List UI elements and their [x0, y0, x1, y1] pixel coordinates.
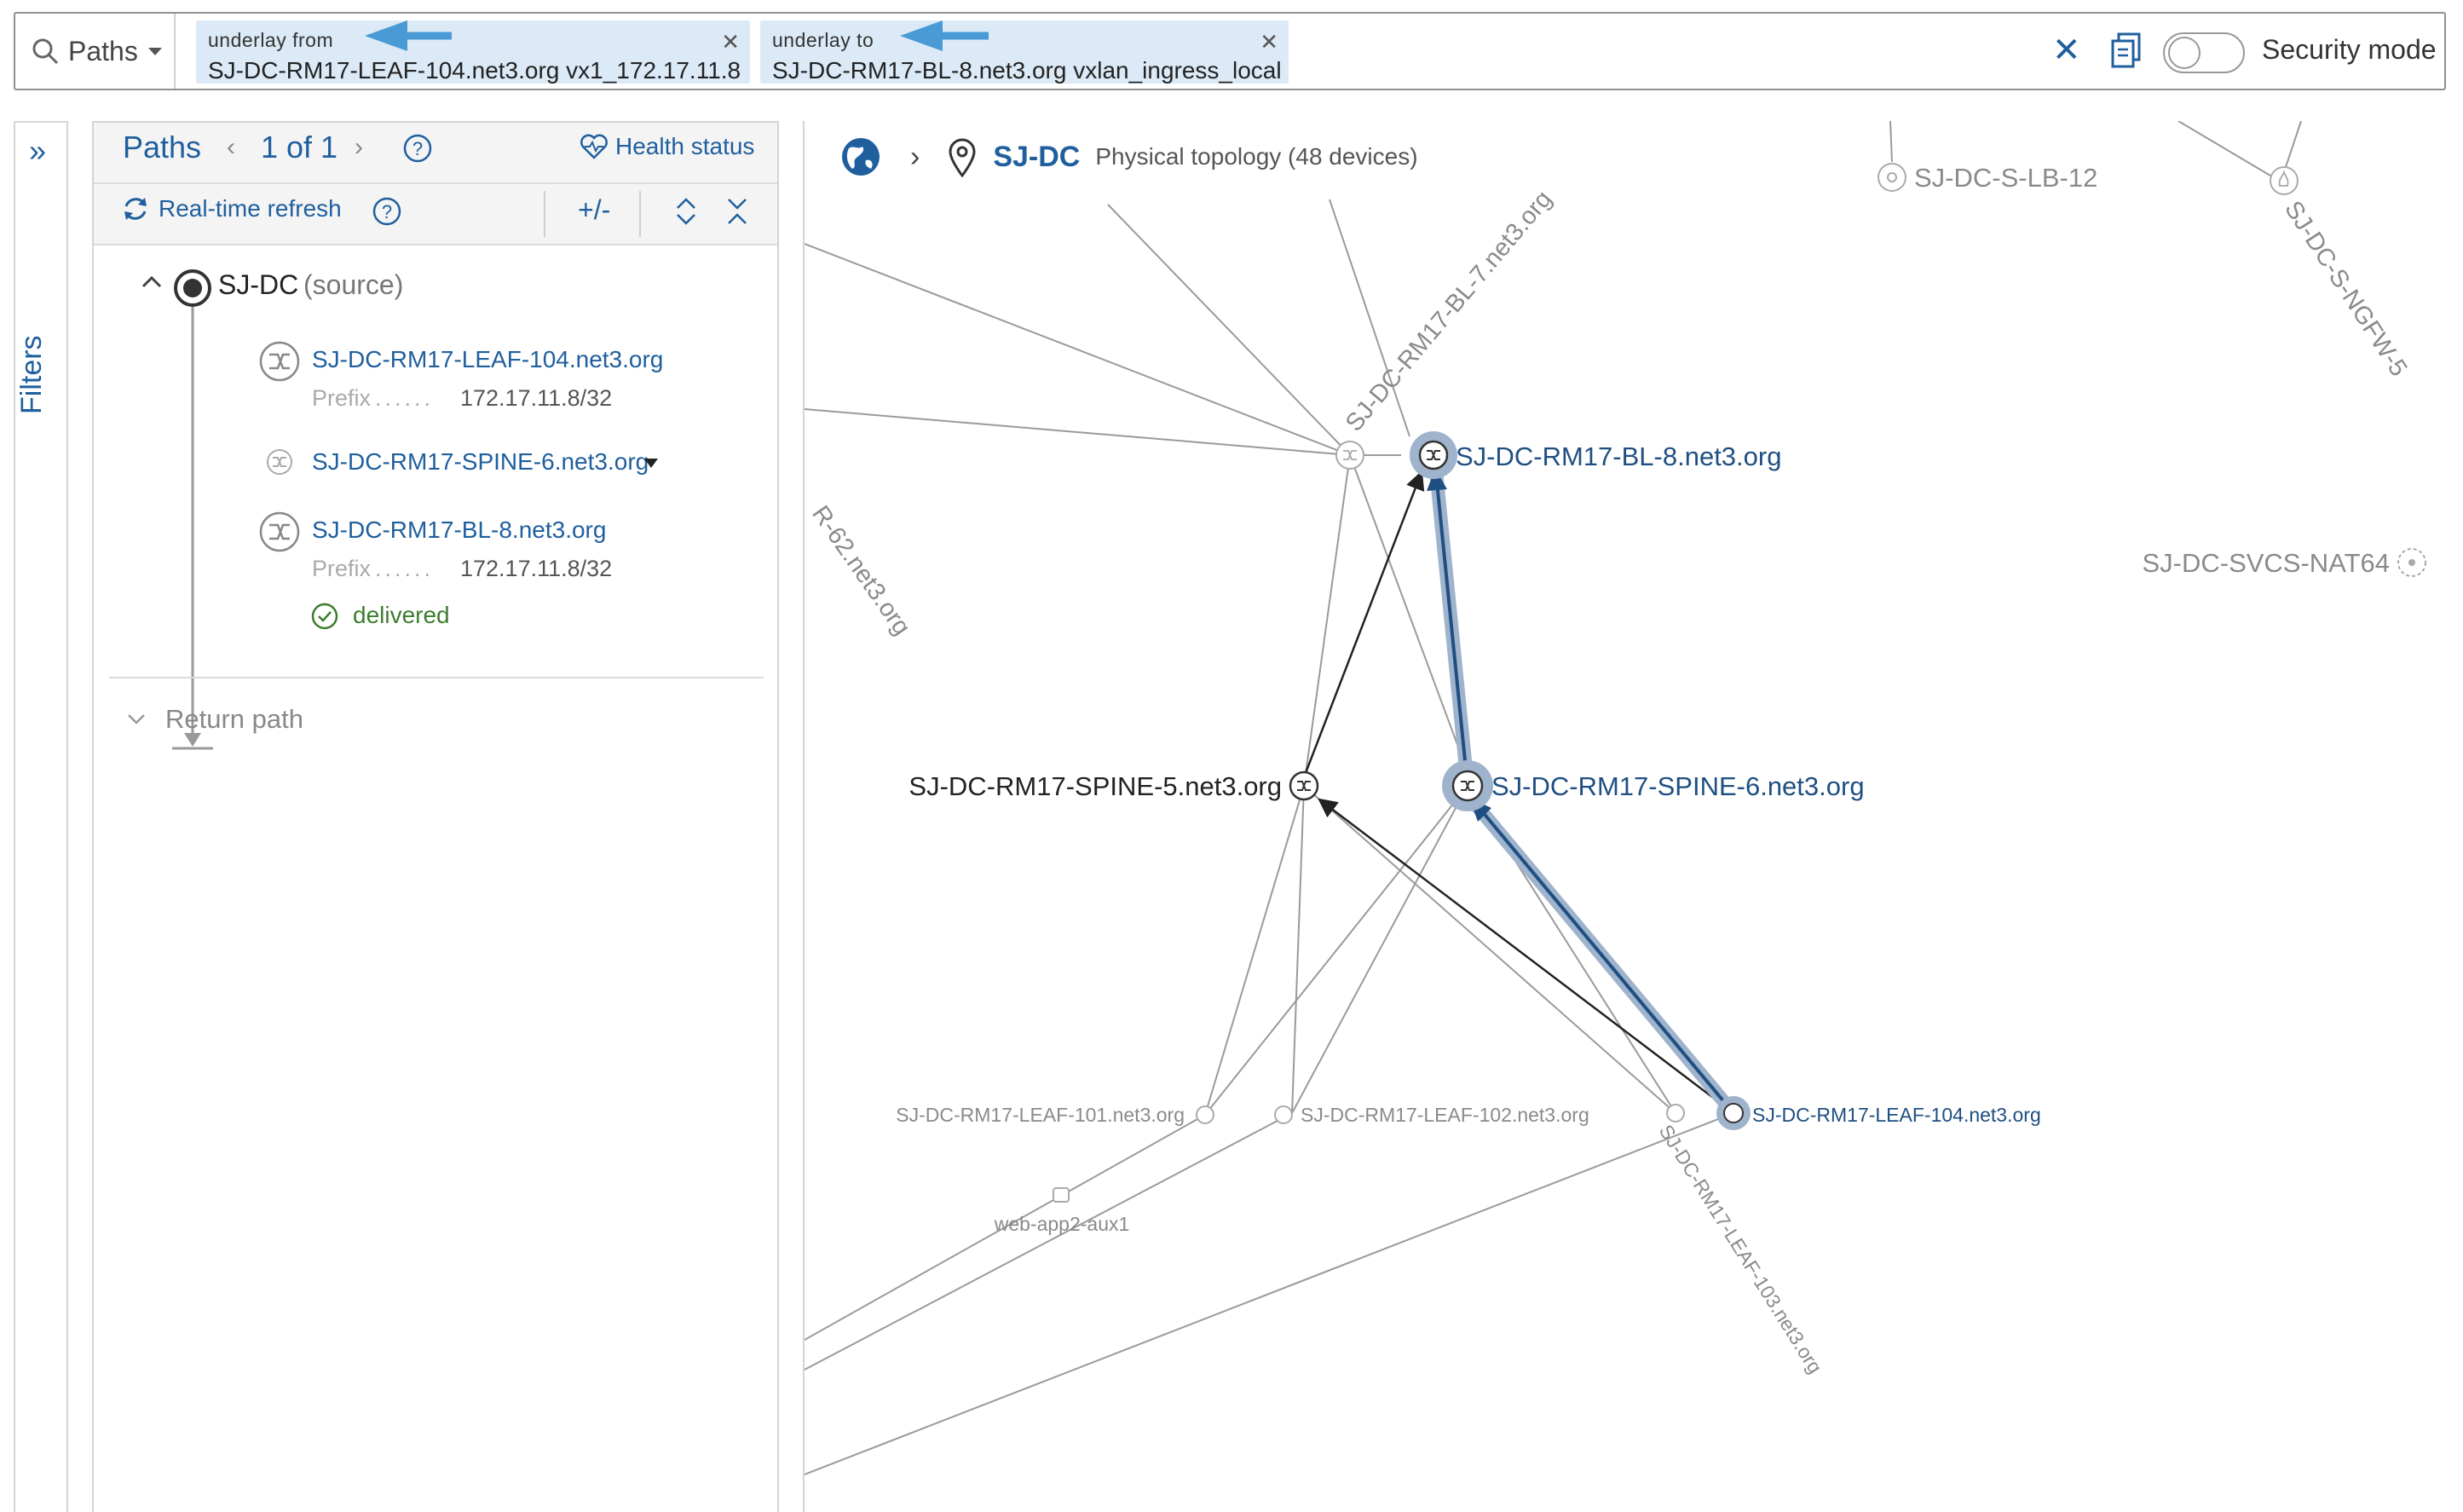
prefix-value: 172.17.11.8/32	[460, 556, 613, 581]
refresh-icon	[124, 198, 147, 220]
filters-rail[interactable]: » Filters	[14, 121, 68, 1512]
node-label-ngfw5[interactable]: SJ-DC-S-NGFW-5	[2279, 196, 2412, 381]
search-bar[interactable]: Paths underlay from SJ-DC-RM17-LEAF-104.…	[14, 12, 2446, 90]
node-label-lb12[interactable]: SJ-DC-S-LB-12	[1914, 163, 2097, 193]
collapse-all-icon[interactable]	[724, 196, 750, 227]
node-label-spine5[interactable]: SJ-DC-RM17-SPINE-5.net3.org	[908, 771, 1282, 801]
copy-icon[interactable]	[2110, 32, 2143, 70]
node-nat64[interactable]	[2397, 548, 2426, 577]
node-ngfw5[interactable]	[2270, 166, 2299, 195]
section-divider	[109, 677, 764, 678]
svg-text:?: ?	[412, 138, 423, 159]
realtime-refresh-button[interactable]: Real-time refresh	[121, 194, 342, 223]
topology-graph[interactable]: SJ-DC-RM17-BL-8.net3.org SJ-DC-RM17-BL-7…	[805, 121, 2463, 1512]
callout-arrows	[365, 20, 989, 51]
toolbar-divider	[544, 191, 545, 237]
source-suffix: (source)	[303, 269, 404, 300]
help-icon[interactable]: ?	[402, 133, 433, 164]
node-leaf102[interactable]	[1274, 1105, 1293, 1124]
prefix-value: 172.17.11.8/32	[460, 385, 613, 411]
delivery-status: delivered	[353, 602, 450, 628]
topology-canvas[interactable]: › SJ-DC Physical topology (48 devices) S…	[803, 121, 2463, 1512]
node-label-bl7[interactable]: SJ-DC-RM17-BL-7.net3.org	[1341, 186, 1558, 437]
node-label-spine6[interactable]: SJ-DC-RM17-SPINE-6.net3.org	[1491, 771, 1865, 801]
security-mode-toggle[interactable]	[2163, 32, 2245, 73]
check-circle-icon	[311, 603, 338, 630]
collapse-source-icon[interactable]	[141, 275, 162, 288]
router-icon	[259, 341, 300, 382]
security-mode-label: Security mode	[2262, 34, 2437, 65]
node-leaf103[interactable]	[1666, 1104, 1685, 1122]
expand-all-icon[interactable]	[673, 196, 699, 227]
hop-device-link[interactable]: SJ-DC-RM17-SPINE-6.net3.org	[312, 448, 649, 476]
paths-title: Paths	[123, 130, 202, 164]
node-leaf101[interactable]	[1196, 1105, 1214, 1124]
prefix-label: Prefix	[312, 556, 372, 581]
callout-arrow-from	[365, 20, 452, 51]
prefix-leader: ......	[375, 556, 435, 581]
hop-device-link[interactable]: SJ-DC-RM17-BL-8.net3.org	[312, 517, 606, 544]
filters-label[interactable]: Filters	[15, 324, 66, 426]
prefix-label: Prefix	[312, 385, 372, 411]
heart-pulse-icon	[580, 134, 608, 159]
path-pager: 1 of 1	[261, 130, 338, 164]
show-diff-button[interactable]: +/-	[578, 194, 610, 226]
header-divider	[94, 182, 777, 184]
health-status-label: Health status	[615, 133, 755, 159]
path-tree-line	[141, 269, 213, 750]
clear-all-icon[interactable]: ✕	[2052, 31, 2081, 70]
paths-panel: Paths ‹ 1 of 1 › ? Health status Real-ti…	[92, 121, 779, 1512]
node-lb12[interactable]	[1878, 163, 1906, 192]
node-label-r62[interactable]: R-62.net3.org	[806, 501, 915, 641]
toggle-knob	[2168, 37, 2201, 69]
node-label-leaf103[interactable]: SJ-DC-RM17-LEAF-103.net3.org	[1655, 1121, 1827, 1377]
return-path-toggle[interactable]: Return path	[165, 704, 303, 735]
paths-panel-header: Paths ‹ 1 of 1 › ? Health status Real-ti…	[94, 123, 777, 245]
realtime-refresh-label: Real-time refresh	[159, 195, 342, 222]
node-label-leaf101[interactable]: SJ-DC-RM17-LEAF-101.net3.org	[896, 1104, 1185, 1126]
node-bl8[interactable]	[1410, 431, 1457, 479]
node-webapp[interactable]	[1053, 1187, 1070, 1203]
node-label-bl8[interactable]: SJ-DC-RM17-BL-8.net3.org	[1456, 441, 1781, 471]
caret-down-icon[interactable]	[643, 457, 660, 470]
expand-filters-icon[interactable]: »	[29, 133, 46, 169]
node-leaf104[interactable]	[1716, 1096, 1751, 1130]
prev-path-icon[interactable]: ‹	[227, 133, 235, 162]
svg-text:?: ?	[382, 201, 392, 222]
node-spine6[interactable]	[1442, 760, 1493, 811]
source-name: SJ-DC	[218, 269, 299, 300]
node-label-leaf102[interactable]: SJ-DC-RM17-LEAF-102.net3.org	[1301, 1104, 1589, 1126]
prefix-leader: ......	[375, 385, 435, 411]
node-label-leaf104[interactable]: SJ-DC-RM17-LEAF-104.net3.org	[1752, 1104, 2041, 1126]
health-status-button[interactable]: Health status	[580, 133, 754, 160]
help-icon[interactable]: ?	[372, 196, 402, 227]
node-label-webapp[interactable]: web-app2-aux1	[994, 1213, 1130, 1235]
node-spine5[interactable]	[1289, 770, 1319, 801]
node-bl7[interactable]	[1335, 441, 1364, 470]
next-path-icon[interactable]: ›	[355, 133, 363, 162]
router-icon	[259, 511, 300, 552]
toolbar-divider	[639, 191, 641, 237]
router-icon	[267, 449, 292, 475]
hop-device-link[interactable]: SJ-DC-RM17-LEAF-104.net3.org	[312, 346, 663, 373]
node-label-nat64[interactable]: SJ-DC-SVCS-NAT64	[2142, 548, 2390, 578]
chevron-down-icon[interactable]	[126, 711, 147, 728]
callout-arrow-to	[900, 20, 989, 51]
